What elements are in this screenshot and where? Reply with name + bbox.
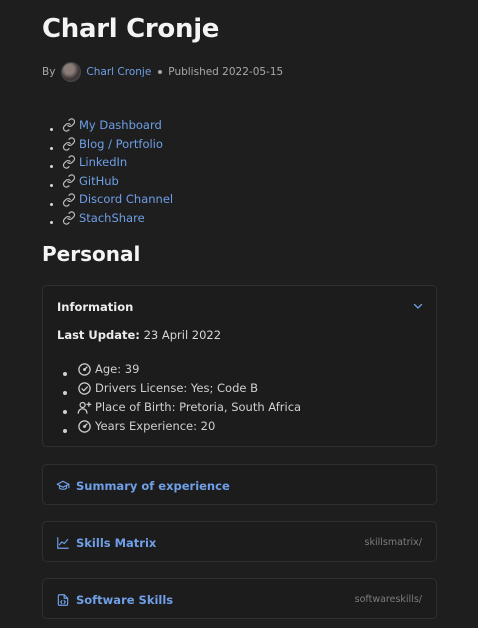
link-label[interactable]: StachShare — [79, 209, 145, 228]
information-accordion: Information Last Update: 23 April 2022 A… — [42, 285, 437, 447]
separator-dot — [158, 70, 163, 74]
fact-text: Drivers License: Yes; Code B — [95, 381, 258, 395]
skills-matrix-row[interactable]: Skills Matrix — [56, 522, 156, 563]
page: Charl Cronje By Charl Cronje Published 2… — [0, 0, 478, 628]
line-chart-icon — [57, 536, 69, 549]
byline: By Charl Cronje Published 2022-05-15 — [42, 62, 283, 82]
last-update-value: 23 April 2022 — [143, 328, 222, 342]
link-item-dashboard[interactable]: My Dashboard — [62, 116, 173, 135]
last-update-label: Last Update: — [57, 328, 140, 342]
skills-matrix-accordion[interactable]: Skills Matrix skillsmatrix/ — [42, 521, 437, 562]
fact-text: Place of Birth: Pretoria, South Africa — [95, 400, 302, 414]
link-label[interactable]: LinkedIn — [79, 153, 127, 172]
link-icon — [62, 155, 76, 170]
fact-item: Place of Birth: Pretoria, South Africa — [77, 398, 301, 417]
link-icon — [62, 137, 76, 151]
code-file-icon — [57, 593, 69, 606]
avatar — [61, 62, 82, 82]
link-item-linkedin[interactable]: LinkedIn — [62, 153, 173, 172]
fact-text: Age: 39 — [95, 362, 140, 376]
fact-text: Years Experience: 20 — [95, 419, 216, 433]
fact-item: Age: 39 — [77, 360, 301, 379]
check-circle-icon — [78, 382, 91, 395]
accordion-label[interactable]: Skills Matrix — [76, 536, 156, 550]
link-icon — [62, 174, 76, 188]
accordion-path: skillsmatrix/ — [364, 537, 423, 548]
software-skills-row[interactable]: Software Skills — [56, 579, 173, 620]
external-links-list: My Dashboard Blog / Portfolio LinkedIn G… — [62, 116, 173, 228]
link-label[interactable]: GitHub — [79, 172, 119, 191]
last-update: Last Update: 23 April 2022 — [57, 328, 221, 342]
accordion-label[interactable]: Summary of experience — [76, 479, 230, 493]
page-title: Charl Cronje — [42, 14, 220, 44]
link-label[interactable]: My Dashboard — [79, 116, 162, 135]
link-icon — [62, 118, 76, 132]
summary-accordion[interactable]: Summary of experience — [42, 464, 437, 505]
link-item-blog[interactable]: Blog / Portfolio — [62, 135, 173, 154]
gauge-icon — [78, 420, 91, 433]
author-link[interactable]: Charl Cronje — [86, 66, 151, 78]
link-icon — [62, 193, 76, 207]
link-icon — [62, 211, 76, 225]
accordion-path: softwareskills/ — [354, 594, 422, 605]
link-label[interactable]: Discord Channel — [79, 190, 173, 209]
facts-list: Age: 39 Drivers License: Yes; Code B Pla… — [77, 360, 301, 436]
software-skills-accordion[interactable]: Software Skills softwareskills/ — [42, 578, 437, 619]
fact-item: Years Experience: 20 — [77, 417, 301, 436]
gauge-icon — [78, 363, 91, 376]
by-label: By — [42, 66, 56, 78]
accordion-title[interactable]: Information — [57, 300, 133, 314]
fact-item: Drivers License: Yes; Code B — [77, 379, 301, 398]
link-label[interactable]: Blog / Portfolio — [79, 135, 163, 154]
chevron-down-icon[interactable] — [412, 300, 424, 312]
graduation-cap-icon — [56, 480, 70, 490]
section-heading: Personal — [42, 242, 141, 266]
link-item-discord[interactable]: Discord Channel — [62, 190, 173, 209]
link-item-stachshare[interactable]: StachShare — [62, 209, 173, 228]
summary-row[interactable]: Summary of experience — [56, 465, 230, 506]
user-plus-icon — [77, 401, 92, 414]
published-date: Published 2022-05-15 — [168, 66, 284, 78]
link-item-github[interactable]: GitHub — [62, 172, 173, 191]
accordion-label[interactable]: Software Skills — [76, 593, 173, 607]
